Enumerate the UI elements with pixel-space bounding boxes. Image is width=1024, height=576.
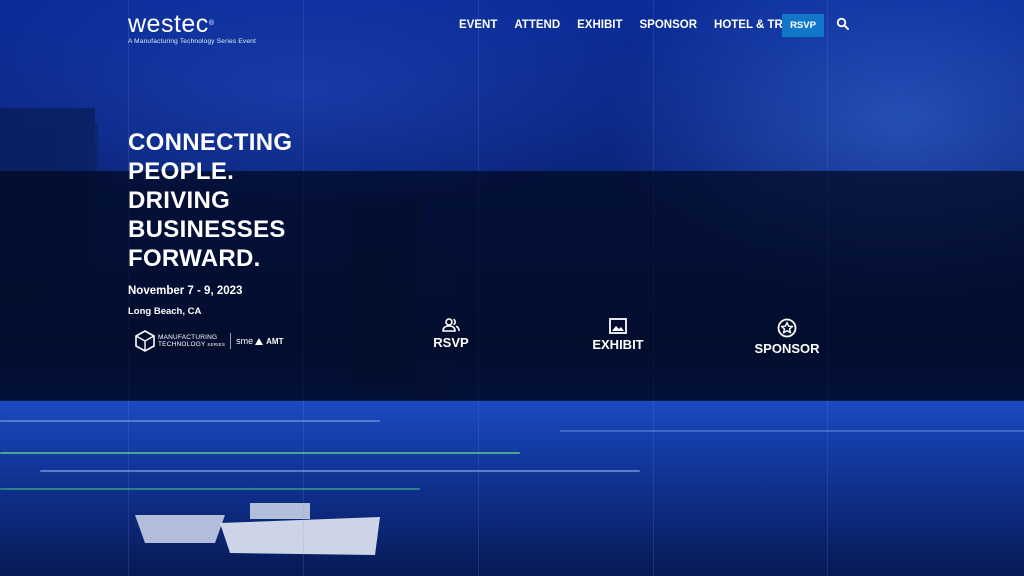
mts-line: SERIES	[207, 342, 226, 347]
light-streak	[560, 430, 1024, 432]
star-badge-icon	[777, 318, 797, 338]
headline-line: PEOPLE.	[128, 158, 235, 185]
event-dates: November 7 - 9, 2023	[128, 285, 243, 297]
mts-cube-icon	[135, 330, 155, 352]
cta-sponsor[interactable]: SPONSOR	[752, 318, 822, 356]
nav-exhibit[interactable]: EXHIBIT	[577, 16, 622, 34]
light-streak	[0, 452, 520, 454]
partner-logos: sme AMT	[236, 336, 283, 346]
mts-wordmark: MANUFACTURING TECHNOLOGY SERIES	[158, 334, 225, 348]
cta-sponsor-label: SPONSOR	[754, 341, 820, 356]
headline-line: CONNECTING	[128, 129, 293, 156]
amt-mark-icon	[255, 338, 264, 345]
headline-line: DRIVING	[128, 187, 231, 214]
light-streak	[0, 420, 380, 422]
search-icon[interactable]	[836, 17, 850, 31]
event-location: Long Beach, CA	[128, 306, 202, 317]
cta-rsvp[interactable]: RSVP	[427, 318, 475, 350]
top-nav: westec® A Manufacturing Technology Serie…	[0, 0, 1024, 50]
brand-divider	[230, 333, 232, 349]
cta-exhibit[interactable]: EXHIBIT	[588, 318, 648, 352]
westec-logo[interactable]: westec® A Manufacturing Technology Serie…	[128, 10, 257, 46]
light-streak	[0, 488, 420, 490]
light-streak	[40, 470, 640, 472]
headline-line: BUSINESSES	[128, 216, 286, 243]
headline-line: FORWARD.	[128, 245, 261, 272]
image-icon	[609, 318, 627, 334]
logo-tagline: A Manufacturing Technology Series Event	[128, 38, 257, 45]
main-menu: EVENT ATTEND EXHIBIT SPONSOR HOTEL & TRA…	[459, 16, 830, 34]
hero-headline: CONNECTING PEOPLE. DRIVING BUSINESSES FO…	[128, 128, 328, 273]
mts-line: MANUFACTURING	[158, 334, 218, 341]
registered-mark: ®	[208, 20, 215, 27]
nav-event[interactable]: EVENT	[459, 16, 497, 34]
series-branding: MANUFACTURING TECHNOLOGY SERIES sme AMT	[135, 330, 283, 352]
nav-sponsor[interactable]: SPONSOR	[640, 16, 698, 34]
nav-attend[interactable]: ATTEND	[514, 16, 560, 34]
logo-wordmark: westec	[128, 10, 209, 38]
rsvp-button[interactable]: RSVP	[782, 14, 824, 37]
sme-logo: sme	[236, 336, 254, 346]
amt-logo: AMT	[266, 336, 284, 346]
people-icon	[442, 318, 460, 332]
cta-exhibit-label: EXHIBIT	[592, 337, 644, 352]
boats	[135, 503, 380, 555]
mts-line: TECHNOLOGY	[158, 341, 206, 348]
cta-rsvp-label: RSVP	[433, 335, 469, 350]
